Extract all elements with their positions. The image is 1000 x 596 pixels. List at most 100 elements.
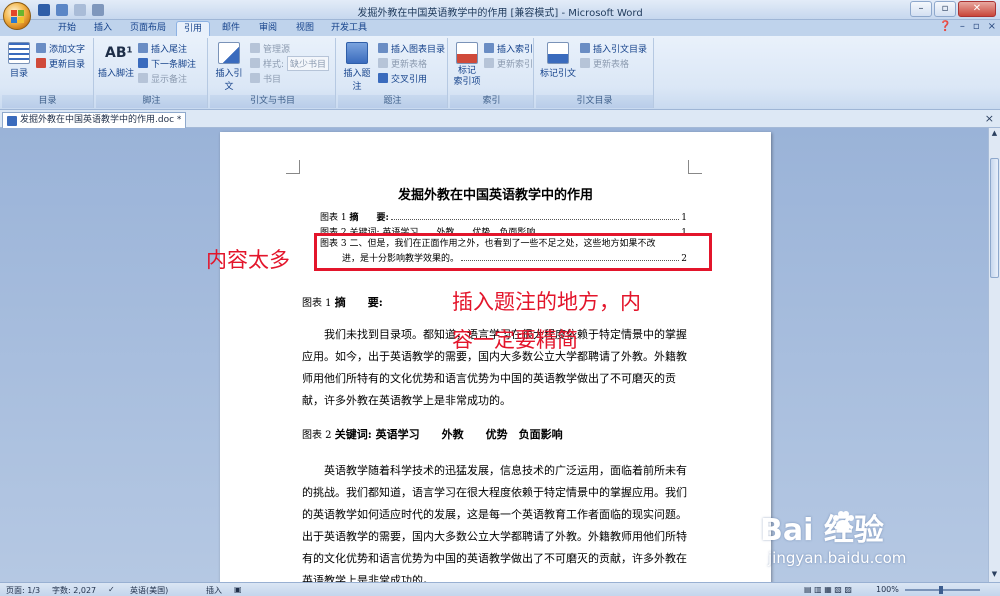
- update-index-icon: [484, 58, 494, 68]
- watermark-url: jingyan.baidu.com: [768, 549, 907, 567]
- tab-mailings[interactable]: 邮件: [216, 21, 246, 36]
- annotation-caption-note-1: 插入题注的地方，内: [452, 290, 641, 314]
- office-button[interactable]: [3, 2, 31, 30]
- update-table-button[interactable]: 更新表格: [378, 57, 427, 70]
- proofing-icon[interactable]: ✓: [108, 585, 115, 594]
- insert-toa-button[interactable]: 插入引文目录: [580, 42, 647, 55]
- ribbon-minimize-icon[interactable]: –: [960, 21, 965, 32]
- insert-table-of-figures-button[interactable]: 插入图表目录: [378, 42, 445, 55]
- update-index-button[interactable]: 更新索引: [484, 57, 533, 70]
- window-title: 发掘外教在中国英语教学中的作用 [兼容模式] - Microsoft Word: [357, 8, 643, 19]
- next-footnote-icon: [138, 58, 148, 68]
- status-language[interactable]: 英语(美国): [130, 585, 168, 596]
- group-label-captions: 题注: [338, 95, 447, 108]
- mark-entry-icon: [456, 42, 478, 64]
- doc-close-icon[interactable]: ×: [988, 21, 996, 32]
- tab-references[interactable]: 引用: [176, 21, 210, 36]
- group-toc: 目录 添加文字 更新目录 目录: [2, 38, 94, 108]
- office-logo-icon: [11, 10, 24, 23]
- scroll-down-icon[interactable]: ▼: [990, 570, 999, 580]
- zoom-slider-knob[interactable]: [939, 586, 943, 594]
- insert-endnote-button[interactable]: 插入尾注: [138, 42, 187, 55]
- ribbon: 目录 添加文字 更新目录 目录 AB¹ 插入脚注 插入尾注 下一条脚注 显示备注…: [0, 36, 1000, 110]
- baidu-paw-icon: [833, 511, 854, 532]
- insert-index-icon: [484, 43, 494, 53]
- baidu-watermark: Bai 经验 jingyan.baidu.com: [760, 505, 988, 580]
- tab-view[interactable]: 视图: [290, 21, 320, 36]
- annotation-caption-note-2: 容一定要精简: [452, 328, 578, 352]
- caption: 图表 2 关键词: 英语学习 外教 优势 负面影响: [302, 428, 563, 441]
- style-icon: [250, 58, 260, 68]
- show-notes-icon: [138, 73, 148, 83]
- status-page[interactable]: 页面: 1/3: [6, 585, 40, 596]
- insert-footnote-button[interactable]: AB¹ 插入脚注: [98, 40, 134, 79]
- group-citations: 插入引文 管理源 样式: 缺少书目 书目 引文与书目: [210, 38, 336, 108]
- toc-button[interactable]: 目录: [4, 40, 34, 79]
- group-label-index: 索引: [450, 95, 533, 108]
- cross-reference-button[interactable]: 交叉引用: [378, 72, 427, 85]
- close-button[interactable]: ✕: [958, 1, 996, 17]
- scroll-up-icon[interactable]: ▲: [990, 129, 999, 139]
- document-tab-strip: 发掘外教在中国英语教学中的作用.doc * ×: [0, 110, 1000, 128]
- show-notes-button[interactable]: 显示备注: [138, 72, 187, 85]
- tab-home[interactable]: 开始: [52, 21, 82, 36]
- document-page[interactable]: 发掘外教在中国英语教学中的作用 图表 1 摘 要: 1 图表 2 关键词: 英语学…: [220, 132, 771, 582]
- body-paragraph: 英语教学随着科学技术的迅猛发展，信息技术的广泛运用，面临着前所未有的挑战。我们都…: [302, 464, 687, 582]
- group-label-footnotes: 脚注: [96, 95, 207, 108]
- zoom-slider[interactable]: [905, 586, 980, 594]
- document-tab[interactable]: 发掘外教在中国英语教学中的作用.doc *: [2, 112, 187, 128]
- footnote-icon: AB¹: [105, 45, 133, 61]
- table-of-figures-icon: [378, 43, 388, 53]
- style-selector[interactable]: 样式: 缺少书目: [250, 55, 330, 71]
- group-label-citations: 引文与书目: [210, 95, 335, 108]
- ribbon-restore-icon[interactable]: ▫: [973, 21, 980, 32]
- status-zoom[interactable]: 100%: [876, 585, 899, 594]
- insert-index-button[interactable]: 插入索引: [484, 42, 533, 55]
- ribbon-tabs: 开始 插入 页面布局 引用 邮件 审阅 视图 开发工具 ❓ – ▫ ×: [0, 20, 1000, 36]
- bibliography-icon: [250, 73, 260, 83]
- update-toc-icon: [36, 58, 46, 68]
- bibliography-button[interactable]: 书目: [250, 72, 281, 85]
- view-buttons[interactable]: ▤ ▥ ▦ ▧ ▨: [804, 585, 852, 594]
- tab-developer[interactable]: 开发工具: [327, 21, 371, 36]
- add-text-icon: [36, 43, 46, 53]
- word-doc-icon: [7, 115, 17, 126]
- update-toc-button[interactable]: 更新目录: [36, 57, 85, 70]
- status-bar: 页面: 1/3 字数: 2,027 ✓ 英语(美国) 插入 ▣ ▤ ▥ ▦ ▧ …: [0, 582, 1000, 596]
- insert-caption-icon: [346, 42, 368, 64]
- insert-citation-button[interactable]: 插入引文: [212, 40, 246, 92]
- insert-caption-button[interactable]: 插入题注: [340, 40, 374, 92]
- endnote-icon: [138, 43, 148, 53]
- manage-sources-button[interactable]: 管理源: [250, 42, 290, 55]
- macro-record-icon[interactable]: ▣: [234, 585, 242, 594]
- update-toa-icon: [580, 58, 590, 68]
- cross-reference-icon: [378, 73, 388, 83]
- mark-entry-button[interactable]: 标记 索引项: [452, 40, 482, 88]
- minimize-button[interactable]: –: [910, 1, 932, 17]
- toc-icon: [8, 42, 30, 64]
- update-toa-button[interactable]: 更新表格: [580, 57, 629, 70]
- status-words[interactable]: 字数: 2,027: [52, 585, 96, 596]
- group-label-toc: 目录: [2, 95, 93, 108]
- watermark-brand: Bai 经验: [760, 513, 884, 548]
- next-footnote-button[interactable]: 下一条脚注: [138, 57, 196, 70]
- document-title: 发掘外教在中国英语教学中的作用: [397, 188, 593, 203]
- vertical-scrollbar[interactable]: ▲ ▼: [988, 128, 1000, 582]
- crop-mark: [286, 160, 300, 174]
- help-icon[interactable]: ❓: [939, 21, 951, 32]
- close-doc-tab-icon[interactable]: ×: [985, 112, 994, 125]
- scroll-thumb[interactable]: [990, 158, 999, 278]
- toc-entry[interactable]: 图表 1 摘 要: 1: [320, 210, 687, 223]
- insert-citation-icon: [218, 42, 240, 64]
- annotation-too-much: 内容太多: [206, 248, 290, 272]
- tab-review[interactable]: 审阅: [253, 21, 283, 36]
- caption: 图表 1 摘 要:: [302, 296, 383, 309]
- add-text-button[interactable]: 添加文字: [36, 42, 85, 55]
- tab-insert[interactable]: 插入: [88, 21, 118, 36]
- mark-citation-button[interactable]: 标记引文: [538, 40, 578, 79]
- status-insert-mode[interactable]: 插入: [206, 585, 222, 596]
- highlight-box: [314, 233, 712, 271]
- maximize-button[interactable]: ▫: [934, 1, 956, 17]
- manage-sources-icon: [250, 43, 260, 53]
- tab-page-layout[interactable]: 页面布局: [126, 21, 170, 36]
